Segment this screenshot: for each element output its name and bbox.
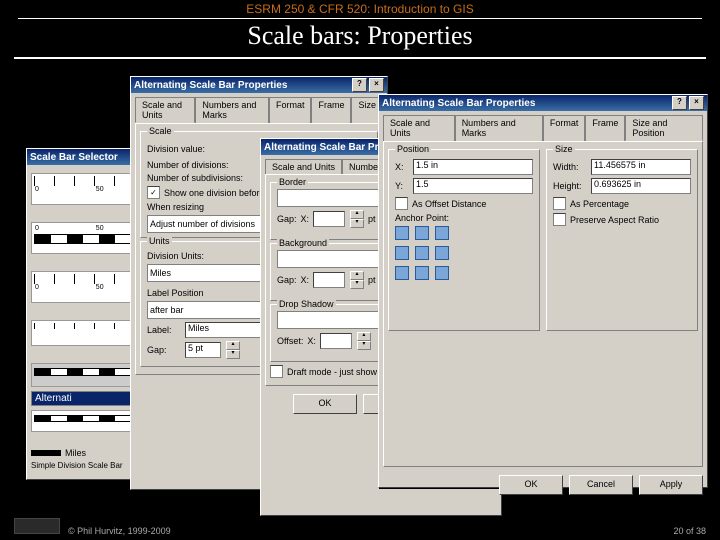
tab-format[interactable]: Format <box>543 115 586 141</box>
course-label: ESRM 250 & CFR 520: Introduction to GIS <box>0 0 720 16</box>
y-input[interactable]: 1.5 <box>413 178 533 194</box>
divider <box>18 18 702 19</box>
label-input[interactable]: Miles <box>185 322 271 338</box>
help-button[interactable]: ? <box>352 78 367 92</box>
spin[interactable]: ▴▾ <box>350 210 364 228</box>
gap-x-input[interactable] <box>313 211 345 227</box>
x-label: X: <box>301 214 310 224</box>
anchor-mr[interactable] <box>435 246 449 260</box>
size-group: Size Width:11.456575 in Height:0.693625 … <box>546 149 698 331</box>
anchor-grid[interactable] <box>395 226 533 280</box>
gap-label: Gap: <box>277 214 297 224</box>
spin[interactable]: ▴▾ <box>357 332 371 350</box>
window-title: Alternating Scale Bar Properties <box>382 98 670 109</box>
num-subdivisions-label: Number of subdivisions: <box>147 173 243 183</box>
anchor-mc[interactable] <box>415 246 429 260</box>
tab-frame[interactable]: Frame <box>311 97 351 123</box>
props-dialog-sizepos: Alternating Scale Bar Properties ? × Sca… <box>378 94 708 488</box>
y-label: Y: <box>395 181 409 191</box>
anchor-tl[interactable] <box>395 226 409 240</box>
tab-scale-units[interactable]: Scale and Units <box>135 97 195 123</box>
label-label: Label: <box>147 325 181 335</box>
gap-input[interactable]: 5 pt <box>185 342 221 358</box>
label-position-label: Label Position <box>147 288 204 298</box>
resize-label: When resizing <box>147 202 204 212</box>
anchor-tr[interactable] <box>435 226 449 240</box>
num-divisions-label: Number of divisions: <box>147 160 229 170</box>
tab-scale-units[interactable]: Scale and Units <box>265 159 342 174</box>
offset-x-input[interactable] <box>320 333 352 349</box>
show-one-label: Show one division before <box>164 188 265 198</box>
preserve-label: Preserve Aspect Ratio <box>570 215 659 225</box>
tab-bar: Scale and Units Numbers and Marks Format… <box>379 111 707 141</box>
offset-label: Offset: <box>277 336 303 346</box>
tab-numbers[interactable]: Numbers and Marks <box>455 115 543 141</box>
spin[interactable]: ▴▾ <box>350 271 364 289</box>
height-input[interactable]: 0.693625 in <box>591 178 691 194</box>
anchor-br[interactable] <box>435 266 449 280</box>
percentage-checkbox[interactable] <box>553 197 566 210</box>
cancel-button[interactable]: Cancel <box>569 475 633 495</box>
preserve-aspect-checkbox[interactable] <box>553 213 566 226</box>
anchor-bc[interactable] <box>415 266 429 280</box>
tab-bar: Scale and Units Numbers and Marks Format… <box>131 93 387 123</box>
miles-unit: Miles <box>65 448 86 458</box>
offset-label: As Offset Distance <box>412 199 486 209</box>
position-group: Position X:1.5 in Y:1.5 As Offset Distan… <box>388 149 540 331</box>
width-label: Width: <box>553 162 587 172</box>
tab-scale-units[interactable]: Scale and Units <box>383 115 455 141</box>
uw-logo <box>14 518 60 534</box>
ok-button[interactable]: OK <box>293 394 357 414</box>
division-units-label: Division Units: <box>147 251 204 261</box>
percentage-label: As Percentage <box>570 199 629 209</box>
anchor-ml[interactable] <box>395 246 409 260</box>
draft-checkbox[interactable] <box>270 365 283 378</box>
show-one-checkbox[interactable]: ✓ <box>147 186 160 199</box>
close-button[interactable]: × <box>689 96 704 110</box>
anchor-tc[interactable] <box>415 226 429 240</box>
division-value-label: Division value: <box>147 144 205 154</box>
offset-checkbox[interactable] <box>395 197 408 210</box>
window-title: Alternating Scale Bar Properties <box>134 80 350 91</box>
bar-swatch <box>31 450 61 456</box>
draft-label: Draft mode - just show <box>287 367 377 377</box>
tab-frame[interactable]: Frame <box>585 115 625 141</box>
height-label: Height: <box>553 181 587 191</box>
gap-label: Gap: <box>147 345 181 355</box>
tab-numbers[interactable]: Numbers and Marks <box>195 97 269 123</box>
width-input[interactable]: 11.456575 in <box>591 159 691 175</box>
bg-x-input[interactable] <box>313 272 345 288</box>
page-number: 20 of 38 <box>673 526 706 536</box>
anchor-label: Anchor Point: <box>395 213 449 223</box>
apply-button[interactable]: Apply <box>639 475 703 495</box>
x-label: X: <box>395 162 409 172</box>
divider <box>14 57 706 59</box>
gap-label: Gap: <box>277 275 297 285</box>
help-button[interactable]: ? <box>672 96 687 110</box>
x-input[interactable]: 1.5 in <box>413 159 533 175</box>
ok-button[interactable]: OK <box>499 475 563 495</box>
copyright: © Phil Hurvitz, 1999-2009 <box>68 526 171 536</box>
slide-title: Scale bars: Properties <box>0 21 720 51</box>
gap-spinner[interactable]: ▴▾ <box>226 341 240 359</box>
close-button[interactable]: × <box>369 78 384 92</box>
tab-size-position[interactable]: Size and Position <box>625 115 703 141</box>
anchor-bl[interactable] <box>395 266 409 280</box>
tab-format[interactable]: Format <box>269 97 312 123</box>
